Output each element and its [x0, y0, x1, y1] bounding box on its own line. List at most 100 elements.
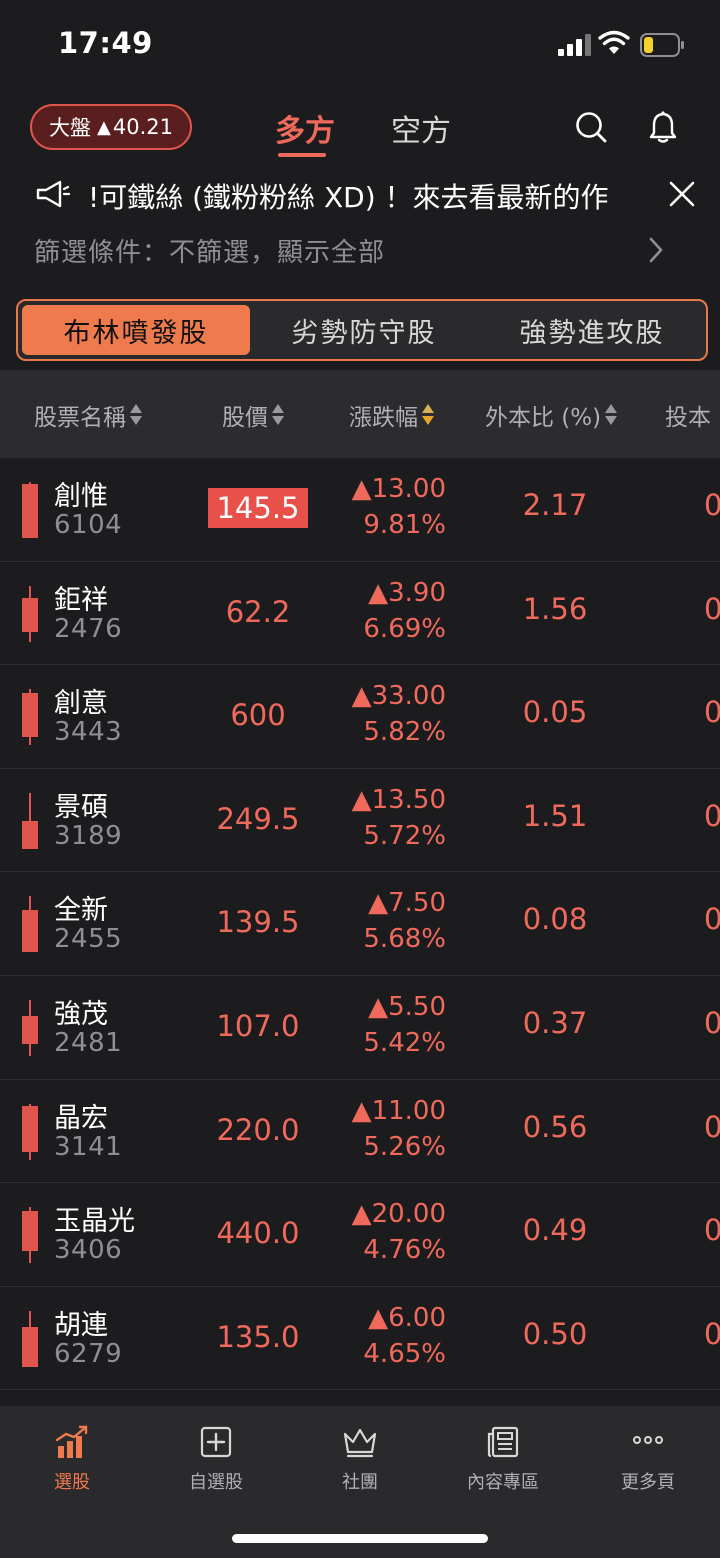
- table-row[interactable]: 景碩 3189 249.5 ▲13.50 5.72% 1.51 0: [0, 768, 720, 873]
- home-indicator[interactable]: [232, 1534, 488, 1543]
- bar-chart-icon: [55, 1425, 88, 1458]
- stock-change-pct: 5.42%: [363, 1027, 446, 1058]
- stock-name: 創意: [54, 688, 108, 720]
- segment-strong-attack[interactable]: 強勢進攻股: [478, 305, 706, 355]
- stock-change-pct: 5.26%: [363, 1131, 446, 1162]
- foreign-ratio: 1.56: [522, 591, 588, 626]
- candlestick-icon: [22, 1310, 38, 1367]
- stock-price: 249.5: [216, 801, 300, 836]
- foreign-ratio: 0.50: [522, 1316, 588, 1351]
- tab-short[interactable]: 空方: [391, 106, 451, 150]
- candlestick-icon: [22, 1207, 38, 1264]
- stock-change-pct: 5.72%: [363, 820, 446, 851]
- stock-price: 62.2: [225, 594, 291, 629]
- stock-name: 晶宏: [54, 1102, 108, 1134]
- foreign-ratio: 1.51: [522, 798, 588, 833]
- stock-name: 全新: [54, 895, 108, 927]
- candlestick-icon: [22, 689, 38, 746]
- trust-ratio: 0: [704, 591, 720, 626]
- stock-price: 600: [230, 698, 286, 733]
- table-row[interactable]: 創意 3443 600 ▲33.00 5.82% 0.05 0: [0, 665, 720, 769]
- stock-price: 145.5: [208, 488, 308, 528]
- stock-change: ▲11.00: [351, 1095, 446, 1126]
- status-bar: 17:49: [0, 0, 720, 92]
- stock-code: 6279: [54, 1338, 123, 1369]
- foreign-ratio: 0.49: [522, 1213, 588, 1248]
- nav-stock-picker[interactable]: 選股: [12, 1424, 132, 1494]
- col-stock-name[interactable]: 股票名稱: [34, 398, 142, 432]
- stock-change: ▲13.50: [351, 784, 446, 815]
- stock-change-pct: 4.76%: [363, 1235, 446, 1266]
- table-header: 股票名稱 股價 漲跌幅 外本比 (%) 投本: [0, 370, 720, 458]
- trust-ratio: 0: [704, 1316, 720, 1351]
- nav-community[interactable]: 社團: [300, 1424, 420, 1494]
- chevron-right-icon: [649, 237, 663, 263]
- trust-ratio: 0: [704, 1005, 720, 1040]
- stock-change: ▲13.00: [351, 474, 446, 504]
- table-row[interactable]: 玉晶光 3406 440.0 ▲20.00 4.76% 0.49 0: [0, 1183, 720, 1287]
- market-index-badge[interactable]: 大盤 ▲ 40.21: [30, 104, 192, 150]
- nav-more[interactable]: 更多頁: [588, 1424, 708, 1494]
- index-label: 大盤: [49, 116, 92, 140]
- stock-change: ▲20.00: [351, 1199, 446, 1230]
- col-price[interactable]: 股價: [222, 398, 284, 432]
- col-foreign-ratio[interactable]: 外本比 (%): [485, 398, 618, 432]
- stock-price: 220.0: [216, 1112, 300, 1147]
- stock-name: 鉅祥: [54, 584, 108, 616]
- filter-row[interactable]: 篩選條件：不篩選，顯示全部: [0, 224, 720, 280]
- stock-name: 景碩: [54, 791, 108, 823]
- trust-ratio: 0: [704, 1109, 720, 1144]
- battery-icon: [640, 33, 684, 57]
- col-trust-ratio[interactable]: 投本: [665, 398, 711, 432]
- segment-bollinger-breakout[interactable]: 布林噴發股: [22, 305, 250, 355]
- newspaper-icon: [487, 1426, 519, 1458]
- status-time: 17:49: [58, 26, 153, 60]
- stock-change: ▲6.00: [368, 1302, 446, 1333]
- filter-label: 篩選條件：不篩選，顯示全部: [34, 238, 386, 268]
- sort-icon: [130, 402, 142, 428]
- bell-icon[interactable]: [646, 110, 680, 144]
- stock-change-pct: 6.69%: [363, 613, 446, 644]
- stock-code: 2476: [54, 613, 123, 644]
- stock-change-pct: 5.82%: [363, 717, 446, 748]
- trust-ratio: 0: [704, 695, 720, 730]
- table-row[interactable]: 強茂 2481 107.0 ▲5.50 5.42% 0.37 0: [0, 975, 720, 1080]
- close-icon[interactable]: [668, 180, 696, 208]
- table-row[interactable]: 鉅祥 2476 62.2 ▲3.90 6.69% 1.56 0: [0, 561, 720, 666]
- table-row[interactable]: 胡連 6279 135.0 ▲6.00 4.65% 0.50 0: [0, 1286, 720, 1391]
- trust-ratio: 0: [704, 902, 720, 937]
- trust-ratio: 0: [704, 798, 720, 833]
- nav-watchlist[interactable]: 自選股: [156, 1424, 276, 1494]
- stock-price: 139.5: [216, 905, 300, 940]
- candlestick-icon: [22, 585, 38, 642]
- stock-name: 創惟: [54, 481, 108, 512]
- candlestick-icon: [22, 896, 38, 953]
- table-row[interactable]: 全新 2455 139.5 ▲7.50 5.68% 0.08 0: [0, 872, 720, 976]
- trust-ratio: 0: [704, 1213, 720, 1248]
- nav-content[interactable]: 內容專區: [443, 1424, 563, 1494]
- tab-long[interactable]: 多方: [275, 106, 335, 150]
- stock-name: 胡連: [54, 1309, 108, 1341]
- sort-active-icon: [422, 402, 434, 428]
- foreign-ratio: 0.56: [522, 1109, 588, 1144]
- candlestick-icon: [22, 1103, 38, 1160]
- sort-icon: [272, 402, 284, 428]
- col-change-pct[interactable]: 漲跌幅: [349, 398, 434, 432]
- foreign-ratio: 0.37: [522, 1005, 588, 1040]
- index-value: 40.21: [112, 115, 173, 139]
- cellular-signal-icon: [558, 34, 592, 56]
- stock-code: 2455: [54, 924, 123, 955]
- stock-price: 440.0: [216, 1216, 300, 1251]
- search-icon[interactable]: [574, 110, 608, 144]
- stock-code: 3141: [54, 1131, 123, 1162]
- foreign-ratio: 2.17: [522, 488, 588, 522]
- megaphone-icon: [36, 180, 70, 208]
- stock-name: 強茂: [54, 998, 108, 1030]
- table-row[interactable]: 創惟 6104 145.5 ▲13.00 9.81% 2.17 0: [0, 458, 720, 562]
- more-dots-icon: [633, 1436, 663, 1444]
- trust-ratio: 0: [704, 488, 720, 522]
- segment-weak-defense[interactable]: 劣勢防守股: [250, 305, 478, 355]
- announcement-bar[interactable]: !可鐵絲 (鐵粉粉絲 XD) ！來去看最新的作: [0, 168, 720, 224]
- table-row[interactable]: 晶宏 3141 220.0 ▲11.00 5.26% 0.56 0: [0, 1079, 720, 1184]
- stock-code: 2481: [54, 1027, 123, 1058]
